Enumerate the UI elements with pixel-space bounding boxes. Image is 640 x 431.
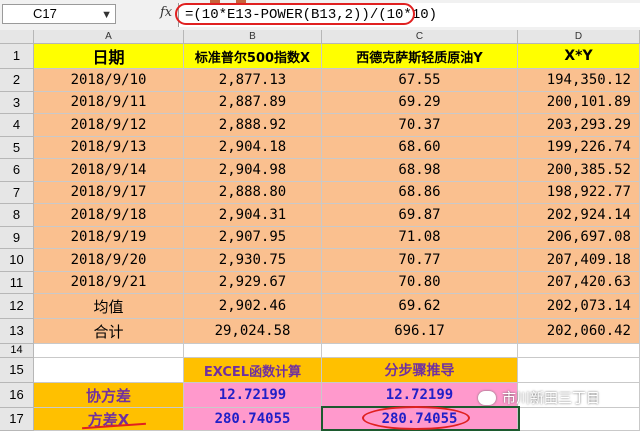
- select-all-corner[interactable]: [0, 30, 34, 44]
- chat-icon: [478, 391, 496, 405]
- y-cell[interactable]: 71.08: [322, 226, 518, 249]
- mean-x[interactable]: 2,902.46: [184, 294, 322, 319]
- watermark-text: 市川新田三丁目: [502, 391, 600, 407]
- row-header[interactable]: 8: [0, 204, 34, 227]
- xy-cell[interactable]: 203,293.29: [518, 114, 640, 137]
- watermark: 市川新田三丁目: [478, 386, 600, 410]
- header-xy[interactable]: X*Y: [518, 44, 640, 69]
- xy-cell[interactable]: 198,922.77: [518, 181, 640, 204]
- y-cell[interactable]: 67.55: [322, 69, 518, 92]
- xy-cell[interactable]: 202,924.14: [518, 204, 640, 227]
- value-annotation-circle: [362, 406, 470, 430]
- x-cell[interactable]: 2,907.95: [184, 226, 322, 249]
- row-header[interactable]: 15: [0, 358, 34, 383]
- row-header[interactable]: 10: [0, 249, 34, 272]
- empty-cell[interactable]: [322, 344, 518, 358]
- row-header[interactable]: 16: [0, 383, 34, 408]
- y-cell[interactable]: 69.29: [322, 91, 518, 114]
- variance-label[interactable]: 方差X: [34, 408, 184, 431]
- column-header-b[interactable]: B: [184, 30, 322, 44]
- xy-cell[interactable]: 200,385.52: [518, 159, 640, 182]
- x-cell[interactable]: 2,929.67: [184, 271, 322, 294]
- date-cell[interactable]: 2018/9/13: [34, 136, 184, 159]
- date-cell[interactable]: 2018/9/14: [34, 159, 184, 182]
- y-cell[interactable]: 69.87: [322, 204, 518, 227]
- excel-calc-header[interactable]: EXCEL函数计算: [184, 358, 322, 383]
- y-cell[interactable]: 70.37: [322, 114, 518, 137]
- x-cell[interactable]: 2,877.13: [184, 69, 322, 92]
- column-header-a[interactable]: A: [34, 30, 184, 44]
- y-cell[interactable]: 68.86: [322, 181, 518, 204]
- x-cell[interactable]: 2,930.75: [184, 249, 322, 272]
- y-cell[interactable]: 68.60: [322, 136, 518, 159]
- y-cell[interactable]: 70.77: [322, 249, 518, 272]
- empty-cell[interactable]: [184, 344, 322, 358]
- x-cell[interactable]: 2,904.31: [184, 204, 322, 227]
- function-icon[interactable]: fx: [160, 5, 172, 20]
- xy-cell[interactable]: 207,420.63: [518, 271, 640, 294]
- row-header[interactable]: 9: [0, 226, 34, 249]
- mean-xy[interactable]: 202,073.14: [518, 294, 640, 319]
- name-box-value: C17: [33, 6, 57, 21]
- date-cell[interactable]: 2018/9/11: [34, 91, 184, 114]
- formula-bar: C17 ▼ fx =(10*E13-POWER(B13,2))/(10*10): [0, 0, 640, 31]
- mean-y[interactable]: 69.62: [322, 294, 518, 319]
- row-header[interactable]: 2: [0, 69, 34, 92]
- y-cell[interactable]: 70.80: [322, 271, 518, 294]
- column-header-d[interactable]: D: [518, 30, 640, 44]
- empty-cell[interactable]: [518, 344, 640, 358]
- xy-cell[interactable]: 200,101.89: [518, 91, 640, 114]
- x-cell[interactable]: 2,888.92: [184, 114, 322, 137]
- date-cell[interactable]: 2018/9/20: [34, 249, 184, 272]
- empty-cell[interactable]: [34, 358, 184, 383]
- row-header[interactable]: 17: [0, 408, 34, 431]
- chevron-down-icon[interactable]: ▼: [101, 6, 112, 24]
- row-header[interactable]: 13: [0, 319, 34, 344]
- x-cell[interactable]: 2,887.89: [184, 91, 322, 114]
- xy-cell[interactable]: 199,226.74: [518, 136, 640, 159]
- xy-cell[interactable]: 206,697.08: [518, 226, 640, 249]
- empty-cell[interactable]: [34, 344, 184, 358]
- name-box[interactable]: C17 ▼: [2, 4, 116, 24]
- xy-cell[interactable]: 207,409.18: [518, 249, 640, 272]
- covariance-excel-value[interactable]: 12.72199: [184, 383, 322, 408]
- empty-cell[interactable]: [518, 408, 640, 431]
- row-header[interactable]: 14: [0, 344, 34, 358]
- row-header[interactable]: 11: [0, 271, 34, 294]
- total-x[interactable]: 29,024.58: [184, 319, 322, 344]
- date-cell[interactable]: 2018/9/12: [34, 114, 184, 137]
- row-header[interactable]: 12: [0, 294, 34, 319]
- header-y[interactable]: 西德克萨斯轻质原油Y: [322, 44, 518, 69]
- total-label[interactable]: 合计: [34, 319, 184, 344]
- row-header[interactable]: 3: [0, 91, 34, 114]
- date-cell[interactable]: 2018/9/19: [34, 226, 184, 249]
- manual-calc-header[interactable]: 分步骤推导: [322, 358, 518, 383]
- empty-cell[interactable]: [518, 358, 640, 383]
- mean-label[interactable]: 均值: [34, 294, 184, 319]
- x-cell[interactable]: 2,904.18: [184, 136, 322, 159]
- row-header[interactable]: 5: [0, 136, 34, 159]
- date-cell[interactable]: 2018/9/17: [34, 181, 184, 204]
- date-cell[interactable]: 2018/9/18: [34, 204, 184, 227]
- variance-excel-value[interactable]: 280.74055: [184, 408, 322, 431]
- column-header-c[interactable]: C: [322, 30, 518, 44]
- covariance-label[interactable]: 协方差: [34, 383, 184, 408]
- x-cell[interactable]: 2,904.98: [184, 159, 322, 182]
- row-header[interactable]: 1: [0, 44, 34, 69]
- xy-cell[interactable]: 194,350.12: [518, 69, 640, 92]
- x-cell[interactable]: 2,888.80: [184, 181, 322, 204]
- row-header[interactable]: 7: [0, 181, 34, 204]
- formula-annotation-circle: [175, 3, 415, 25]
- header-date[interactable]: 日期: [34, 44, 184, 69]
- date-cell[interactable]: 2018/9/10: [34, 69, 184, 92]
- y-cell[interactable]: 68.98: [322, 159, 518, 182]
- formula-input[interactable]: =(10*E13-POWER(B13,2))/(10*10): [175, 3, 640, 27]
- total-y[interactable]: 696.17: [322, 319, 518, 344]
- row-header[interactable]: 4: [0, 114, 34, 137]
- date-cell[interactable]: 2018/9/21: [34, 271, 184, 294]
- header-x[interactable]: 标准普尔500指数X: [184, 44, 322, 69]
- total-xy[interactable]: 202,060.42: [518, 319, 640, 344]
- row-header[interactable]: 6: [0, 159, 34, 182]
